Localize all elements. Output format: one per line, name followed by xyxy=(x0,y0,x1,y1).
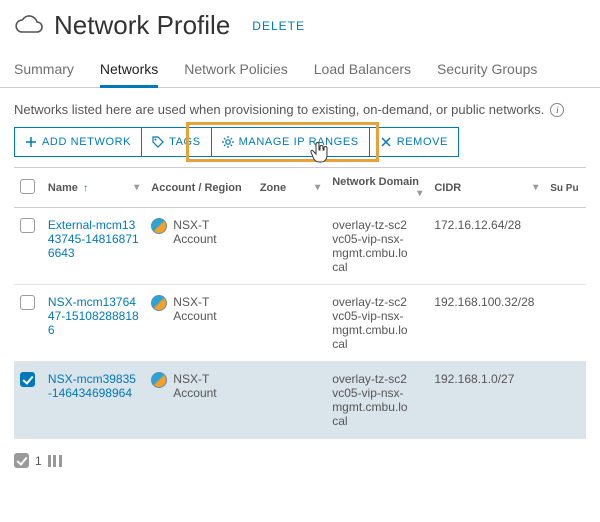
network-link[interactable]: NSX-mcm1376447-151082888186 xyxy=(48,295,139,337)
table-row[interactable]: NSX-mcm1376447-151082888186 NSX-T Accoun… xyxy=(14,285,586,362)
table-footer: 1 xyxy=(0,449,600,478)
tabs: Summary Networks Network Policies Load B… xyxy=(0,53,600,88)
gear-icon xyxy=(222,136,234,148)
manage-ip-ranges-button[interactable]: MANAGE IP RANGES xyxy=(212,127,370,157)
row-checkbox[interactable] xyxy=(20,218,35,233)
filter-icon[interactable]: ▾ xyxy=(134,182,139,193)
col-cidr[interactable]: CIDR xyxy=(434,182,461,194)
account-text: NSX-T Account xyxy=(173,295,248,323)
tab-security-groups[interactable]: Security Groups xyxy=(437,53,537,87)
row-checkbox[interactable] xyxy=(20,372,35,387)
filter-icon[interactable]: ▾ xyxy=(315,182,320,193)
selected-count: 1 xyxy=(35,454,42,468)
cidr-text: 172.16.12.64/28 xyxy=(434,218,521,232)
page-title: Network Profile xyxy=(54,10,230,41)
network-link[interactable]: External-mcm1343745-148168716643 xyxy=(48,218,139,260)
account-text: NSX-T Account xyxy=(173,372,248,400)
filter-icon[interactable]: ▾ xyxy=(533,182,538,193)
filter-icon[interactable]: ▾ xyxy=(417,188,422,199)
select-all-checkbox[interactable] xyxy=(20,179,35,194)
col-support[interactable]: Su Pu xyxy=(550,183,578,194)
x-icon xyxy=(380,136,392,148)
cloud-icon xyxy=(14,14,44,38)
tab-summary[interactable]: Summary xyxy=(14,53,74,87)
col-name[interactable]: Name xyxy=(48,182,78,194)
nsx-icon xyxy=(151,372,167,388)
domain-text: overlay-tz-sc2vc05-vip-nsx-mgmt.cmbu.loc… xyxy=(332,295,412,351)
nsx-icon xyxy=(151,295,167,311)
tag-icon xyxy=(152,136,164,148)
network-link[interactable]: NSX-mcm39835-146434698964 xyxy=(48,372,136,400)
remove-button[interactable]: REMOVE xyxy=(370,127,459,157)
column-picker-icon[interactable] xyxy=(48,455,62,467)
col-domain[interactable]: Network Domain xyxy=(332,176,419,188)
add-network-button[interactable]: ADD NETWORK xyxy=(14,127,142,157)
description-text: Networks listed here are used when provi… xyxy=(14,102,544,117)
tab-networks[interactable]: Networks xyxy=(100,53,158,87)
domain-text: overlay-tz-sc2vc05-vip-nsx-mgmt.cmbu.loc… xyxy=(332,218,412,274)
networks-table: Name ↑ ▾ Account / Region Zone ▾ Network … xyxy=(14,167,586,439)
sort-asc-icon[interactable]: ↑ xyxy=(83,183,88,194)
cidr-text: 192.168.100.32/28 xyxy=(434,295,534,309)
domain-text: overlay-tz-sc2vc05-vip-nsx-mgmt.cmbu.loc… xyxy=(332,372,412,428)
nsx-icon xyxy=(151,218,167,234)
delete-button[interactable]: DELETE xyxy=(252,19,305,33)
col-zone[interactable]: Zone xyxy=(260,182,286,194)
tab-network-policies[interactable]: Network Policies xyxy=(184,53,287,87)
description-row: Networks listed here are used when provi… xyxy=(0,88,600,127)
tab-load-balancers[interactable]: Load Balancers xyxy=(314,53,411,87)
table-row[interactable]: NSX-mcm39835-146434698964 NSX-T Account … xyxy=(14,362,586,439)
tags-button[interactable]: TAGS xyxy=(142,127,212,157)
footer-selected-indicator xyxy=(14,453,29,468)
toolbar: ADD NETWORK TAGS MANAGE IP RANGES REMOVE xyxy=(0,127,600,167)
col-account[interactable]: Account / Region xyxy=(151,182,241,194)
plus-icon xyxy=(25,136,37,148)
row-checkbox[interactable] xyxy=(20,295,35,310)
account-text: NSX-T Account xyxy=(173,218,248,246)
cidr-text: 192.168.1.0/27 xyxy=(434,372,514,386)
info-icon[interactable]: i xyxy=(550,103,564,117)
table-row[interactable]: External-mcm1343745-148168716643 NSX-T A… xyxy=(14,208,586,285)
